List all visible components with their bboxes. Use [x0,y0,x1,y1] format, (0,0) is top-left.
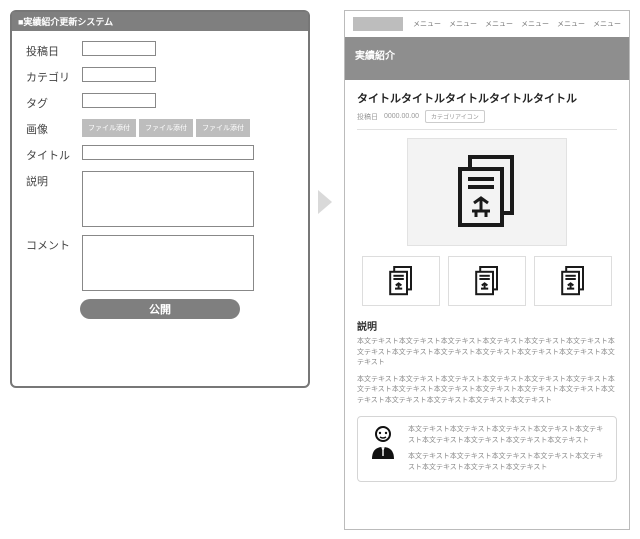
file-attach-button-1[interactable]: ファイル添付 [82,119,136,137]
label-desc: 説明 [26,171,82,189]
document-icon [559,265,587,297]
comment-box: 本文テキスト本文テキスト本文テキスト本文テキスト本文テキスト本文テキスト本文テキ… [357,416,617,482]
nav-item-3[interactable]: メニュー [485,19,513,29]
hero-title: 実績紹介 [345,37,629,80]
meta-date-value: 0000.00.00 [384,113,419,120]
input-category[interactable] [82,67,156,82]
nav-item-2[interactable]: メニュー [449,19,477,29]
desc-heading: 説明 [345,318,629,337]
avatar-icon [368,425,398,461]
document-icon [387,265,415,297]
label-date: 投稿日 [26,41,82,59]
comment-paragraph-1: 本文テキスト本文テキスト本文テキスト本文テキスト本文テキスト本文テキスト本文テキ… [408,425,606,446]
thumb-2[interactable] [448,256,526,306]
input-date[interactable] [82,41,156,56]
thumb-1[interactable] [362,256,440,306]
divider [357,129,617,130]
document-icon [473,265,501,297]
label-comment: コメント [26,235,82,253]
meta-date-label: 投稿日 [357,112,378,122]
textarea-comment[interactable] [82,235,254,291]
nav-item-6[interactable]: メニュー [593,19,621,29]
featured-image [407,138,567,246]
arrow-icon [318,190,332,214]
textarea-desc[interactable] [82,171,254,227]
publish-button[interactable]: 公開 [80,299,240,319]
logo-placeholder [353,17,403,31]
preview-panel: メニュー メニュー メニュー メニュー メニュー メニュー 実績紹介 タイトルタ… [344,10,630,530]
desc-paragraph-2: 本文テキスト本文テキスト本文テキスト本文テキスト本文テキスト本文テキスト本文テキ… [345,375,629,407]
nav-item-1[interactable]: メニュー [413,19,441,29]
article-title: タイトルタイトルタイトルタイトルタイトル [345,80,629,110]
file-attach-button-3[interactable]: ファイル添付 [196,119,250,137]
thumb-3[interactable] [534,256,612,306]
label-title: タイトル [26,145,82,163]
nav-item-4[interactable]: メニュー [521,19,549,29]
label-image: 画像 [26,119,82,137]
form-panel-title: ■実績紹介更新システム [12,12,308,31]
nav-item-5[interactable]: メニュー [557,19,585,29]
meta-category-badge: カテゴリアイコン [425,110,485,123]
file-attach-button-2[interactable]: ファイル添付 [139,119,193,137]
form-panel: ■実績紹介更新システム 投稿日 カテゴリ タグ 画像 ファイル添付 ファイル添付… [10,10,310,388]
nav: メニュー メニュー メニュー メニュー メニュー メニュー [413,19,621,29]
comment-paragraph-2: 本文テキスト本文テキスト本文テキスト本文テキスト本文テキスト本文テキスト本文テキ… [408,452,606,473]
label-tag: タグ [26,93,82,111]
desc-paragraph-1: 本文テキスト本文テキスト本文テキスト本文テキスト本文テキスト本文テキスト本文テキ… [345,337,629,369]
input-title[interactable] [82,145,254,160]
input-tag[interactable] [82,93,156,108]
label-category: カテゴリ [26,67,82,85]
document-icon [452,153,522,231]
